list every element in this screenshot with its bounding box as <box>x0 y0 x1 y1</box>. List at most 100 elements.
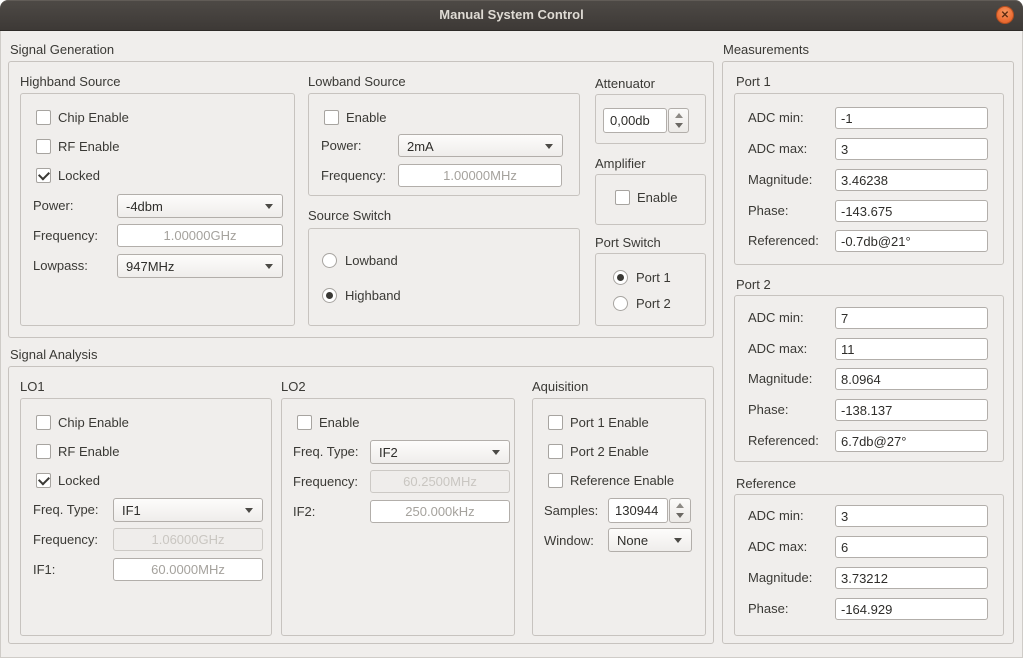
aquisition-port1-enable-label[interactable]: Port 1 Enable <box>570 415 649 430</box>
lo2-if2-input[interactable]: 250.000kHz <box>370 500 510 523</box>
port-switch-groupbox <box>595 253 706 326</box>
port-switch-port1-radio[interactable] <box>613 270 628 285</box>
port-switch-port2-label[interactable]: Port 2 <box>636 296 671 311</box>
lowband-enable-checkbox[interactable] <box>324 110 339 125</box>
port1-magnitude-label: Magnitude: <box>748 172 812 187</box>
port1-referenced-label: Referenced: <box>748 233 819 248</box>
lowband-power-dropdown[interactable]: 2mA <box>398 134 563 157</box>
aquisition-reference-enable-label[interactable]: Reference Enable <box>570 473 674 488</box>
aquisition-window-label: Window: <box>544 533 594 548</box>
lo2-if2-label: IF2: <box>293 504 315 519</box>
lo2-freq-type-label: Freq. Type: <box>293 444 359 459</box>
lo1-if1-input[interactable]: 60.0000MHz <box>113 558 263 581</box>
lo1-chip-enable-label[interactable]: Chip Enable <box>58 415 129 430</box>
chevron-down-icon <box>265 204 273 209</box>
lo2-title: LO2 <box>281 379 306 394</box>
port2-phase-input[interactable]: -138.137 <box>835 399 988 421</box>
lo1-rf-enable-label[interactable]: RF Enable <box>58 444 119 459</box>
source-switch-groupbox <box>308 228 580 326</box>
lo1-frequency-input: 1.06000GHz <box>113 528 263 551</box>
amplifier-enable-label[interactable]: Enable <box>637 190 677 205</box>
lo1-locked-label[interactable]: Locked <box>58 473 100 488</box>
port1-phase-input[interactable]: -143.675 <box>835 200 988 222</box>
highband-locked-checkbox[interactable] <box>36 168 51 183</box>
samples-spin-buttons[interactable] <box>669 498 691 523</box>
port-switch-port2-radio[interactable] <box>613 296 628 311</box>
titlebar: Manual System Control ✕ <box>0 0 1023 31</box>
port-switch-title: Port Switch <box>595 235 661 250</box>
port1-adc-max-input[interactable]: 3 <box>835 138 988 160</box>
aquisition-reference-enable-checkbox[interactable] <box>548 473 563 488</box>
aquisition-samples-label: Samples: <box>544 503 598 518</box>
attenuator-title: Attenuator <box>595 76 655 91</box>
source-switch-highband-label[interactable]: Highband <box>345 288 401 303</box>
reference-magnitude-input[interactable]: 3.73212 <box>835 567 988 589</box>
highband-power-dropdown[interactable]: -4dbm <box>117 194 283 218</box>
window-dropdown[interactable]: None <box>608 528 692 552</box>
lo2-enable-label[interactable]: Enable <box>319 415 359 430</box>
aquisition-port1-enable-checkbox[interactable] <box>548 415 563 430</box>
port2-adc-max-label: ADC max: <box>748 341 807 356</box>
lo1-freq-type-dropdown[interactable]: IF1 <box>113 498 263 522</box>
aquisition-port2-enable-checkbox[interactable] <box>548 444 563 459</box>
port2-adc-min-label: ADC min: <box>748 310 804 325</box>
measurements-port1-title: Port 1 <box>736 74 771 89</box>
port2-adc-min-input[interactable]: 7 <box>835 307 988 329</box>
samples-spinbox-input[interactable]: 130944 <box>608 498 668 523</box>
close-button[interactable]: ✕ <box>996 6 1014 24</box>
lowband-enable-label[interactable]: Enable <box>346 110 386 125</box>
amplifier-enable-checkbox[interactable] <box>615 190 630 205</box>
highband-rf-enable-label[interactable]: RF Enable <box>58 139 119 154</box>
highband-locked-label[interactable]: Locked <box>58 168 100 183</box>
lo1-if1-label: IF1: <box>33 562 55 577</box>
measurements-port2-title: Port 2 <box>736 277 771 292</box>
port1-referenced-input[interactable]: -0.7db@21° <box>835 230 988 252</box>
source-switch-lowband-label[interactable]: Lowband <box>345 253 398 268</box>
lo2-freq-type-dropdown[interactable]: IF2 <box>370 440 510 464</box>
port1-magnitude-input[interactable]: 3.46238 <box>835 169 988 191</box>
lo1-chip-enable-checkbox[interactable] <box>36 415 51 430</box>
port2-magnitude-input[interactable]: 8.0964 <box>835 368 988 390</box>
close-icon: ✕ <box>997 8 1013 23</box>
port2-adc-max-input[interactable]: 11 <box>835 338 988 360</box>
highband-chip-enable-label[interactable]: Chip Enable <box>58 110 129 125</box>
reference-adc-min-input[interactable]: 3 <box>835 505 988 527</box>
lowband-frequency-label: Frequency: <box>321 168 386 183</box>
spin-down-icon[interactable] <box>675 123 683 128</box>
port2-phase-label: Phase: <box>748 402 788 417</box>
aquisition-port2-enable-label[interactable]: Port 2 Enable <box>570 444 649 459</box>
highband-rf-enable-checkbox[interactable] <box>36 139 51 154</box>
lo1-rf-enable-checkbox[interactable] <box>36 444 51 459</box>
lowband-frequency-input[interactable]: 1.00000MHz <box>398 164 562 187</box>
lo2-enable-checkbox[interactable] <box>297 415 312 430</box>
chevron-down-icon <box>265 264 273 269</box>
reference-adc-max-input[interactable]: 6 <box>835 536 988 558</box>
source-switch-highband-radio[interactable] <box>322 288 337 303</box>
port-switch-port1-label[interactable]: Port 1 <box>636 270 671 285</box>
port2-referenced-input[interactable]: 6.7db@27° <box>835 430 988 452</box>
source-switch-lowband-radio[interactable] <box>322 253 337 268</box>
window-value: None <box>617 533 648 548</box>
lo2-freq-type-value: IF2 <box>379 445 398 460</box>
signal-analysis-title: Signal Analysis <box>10 347 97 362</box>
highband-chip-enable-checkbox[interactable] <box>36 110 51 125</box>
lo1-frequency-label: Frequency: <box>33 532 98 547</box>
highband-lowpass-label: Lowpass: <box>33 258 88 273</box>
lowband-power-label: Power: <box>321 138 361 153</box>
reference-phase-input[interactable]: -164.929 <box>835 598 988 620</box>
port2-referenced-label: Referenced: <box>748 433 819 448</box>
highband-lowpass-dropdown[interactable]: 947MHz <box>117 254 283 278</box>
lo1-locked-checkbox[interactable] <box>36 473 51 488</box>
attenuator-spin-buttons[interactable] <box>668 108 689 133</box>
reference-phase-label: Phase: <box>748 601 788 616</box>
highband-frequency-input[interactable]: 1.00000GHz <box>117 224 283 247</box>
spin-down-icon[interactable] <box>676 513 684 518</box>
spin-up-icon[interactable] <box>676 503 684 508</box>
port1-adc-min-input[interactable]: -1 <box>835 107 988 129</box>
highband-power-label: Power: <box>33 198 73 213</box>
manual-system-control-window: Manual System Control ✕ Signal Generatio… <box>0 0 1023 658</box>
attenuator-spinbox-input[interactable]: 0,00db <box>603 108 667 133</box>
spin-up-icon[interactable] <box>675 113 683 118</box>
lowband-source-title: Lowband Source <box>308 74 406 89</box>
chevron-down-icon <box>492 450 500 455</box>
